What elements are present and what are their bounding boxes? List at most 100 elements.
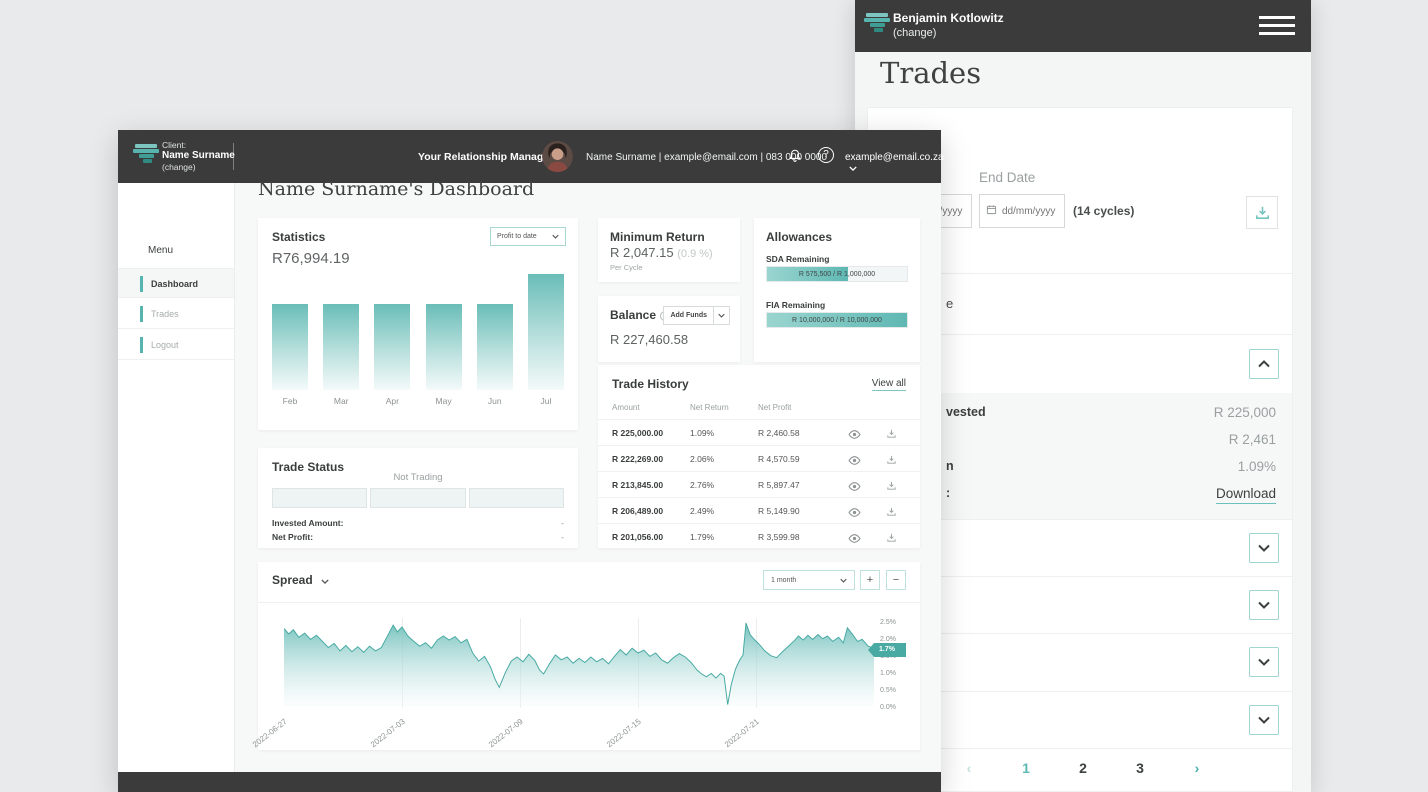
x-tick: 2022-07-15 — [594, 717, 643, 758]
bar-apr — [374, 304, 410, 390]
trade-status-card: Trade Status Not Trading Invested Amount… — [258, 448, 578, 548]
view-trade-eye-icon[interactable] — [848, 426, 861, 444]
sidebar-item-label: Dashboard — [151, 279, 198, 289]
net-return-cell: 2.49% — [690, 506, 714, 516]
hamburger-menu-icon[interactable] — [1259, 16, 1295, 36]
sda-remaining-label: SDA Remaining — [766, 254, 829, 264]
sidebar-item-logout[interactable]: Logout — [118, 330, 234, 360]
download-statement-link[interactable]: Download — [1216, 486, 1276, 504]
collapse-chevron-up-button[interactable] — [1249, 349, 1279, 379]
x-tick: 2022-07-21 — [712, 717, 761, 758]
statistics-card: Statistics Profit to date R76,994.19 Feb… — [258, 218, 578, 430]
change-client-link[interactable]: (change) — [162, 162, 196, 172]
expand-chevron-down-button[interactable] — [1249, 705, 1279, 735]
view-trade-eye-icon[interactable] — [848, 478, 861, 496]
sidebar-item-dashboard[interactable]: Dashboard — [118, 268, 234, 298]
allowances-card: Allowances SDA Remaining R 575,500 / R 1… — [754, 218, 920, 362]
amount-cell: R 225,000.00 — [612, 428, 663, 438]
month-label: Mar — [323, 396, 359, 406]
pagination-page-2[interactable]: 2 — [1071, 760, 1095, 776]
expand-chevron-down-button[interactable] — [1249, 590, 1279, 620]
month-label: Jul — [528, 396, 564, 406]
end-date-label: End Date — [979, 170, 1035, 185]
amount-cell: R 206,489.00 — [612, 506, 663, 516]
sidebar-item-trades[interactable]: Trades — [118, 299, 234, 329]
invested-amount-line: Invested Amount: - — [272, 518, 564, 528]
sda-progress-bar: R 575,500 / R 1,000,000 — [766, 266, 908, 282]
account-menu[interactable]: example@email.co.za — [845, 152, 944, 174]
brand-logo — [133, 144, 159, 163]
pagination-prev[interactable]: ‹ — [957, 760, 981, 776]
dashboard-footer-bar — [118, 772, 941, 792]
range-value: 1 month — [771, 577, 796, 584]
pagination-page-3[interactable]: 3 — [1128, 760, 1152, 776]
dashboard-header-bar: Client: Name Surname (change) Your Relat… — [118, 130, 941, 183]
balance-title: Balancei — [610, 308, 670, 322]
notifications-bell-icon[interactable] — [788, 148, 802, 168]
bar-chart-labels: Feb Mar Apr May Jun Jul — [272, 396, 564, 406]
page-title: Trades — [880, 56, 981, 90]
statistics-title: Statistics — [272, 230, 325, 244]
pagination-page-1[interactable]: 1 — [1014, 760, 1038, 776]
download-trade-icon[interactable] — [886, 452, 897, 470]
cycles-count: (14 cycles) — [1073, 204, 1134, 218]
statistics-filter-select[interactable]: Profit to date — [490, 227, 566, 246]
month-label: Apr — [374, 396, 410, 406]
view-all-link[interactable]: View all — [872, 378, 906, 391]
col-amount: Amount — [612, 403, 640, 412]
amount-cell: R 222,269.00 — [612, 454, 663, 464]
y-tick: 0.5% — [880, 687, 896, 694]
trade-history-title: Trade History — [612, 377, 689, 391]
expand-chevron-down-button[interactable] — [1249, 647, 1279, 677]
bar-jul — [528, 274, 564, 390]
change-client-link[interactable]: (change) — [893, 27, 936, 39]
add-funds-button[interactable]: Add Funds — [663, 306, 730, 325]
account-email: example@email.co.za — [845, 152, 944, 163]
expand-chevron-down-button[interactable] — [1249, 533, 1279, 563]
view-trade-eye-icon[interactable] — [848, 452, 861, 470]
y-tick: 2.5% — [880, 619, 896, 626]
x-tick: 2022-07-09 — [476, 717, 525, 758]
spread-area-chart — [284, 618, 874, 708]
view-trade-eye-icon[interactable] — [848, 504, 861, 522]
client-name: Benjamin Kotlowitz — [893, 11, 1004, 25]
download-trade-icon[interactable] — [886, 478, 897, 496]
view-trade-eye-icon[interactable] — [848, 530, 861, 548]
zoom-in-button[interactable]: + — [860, 570, 880, 590]
trade-row-label-fragment: e — [946, 296, 953, 311]
detail-label-fragment: : — [946, 486, 950, 500]
brand-logo — [864, 13, 890, 32]
net-profit-label: Net Profit: — [272, 532, 313, 542]
net-profit-value: - — [561, 532, 564, 542]
download-trade-icon[interactable] — [886, 426, 897, 444]
relationship-manager-avatar — [542, 141, 573, 172]
spread-card: Spread 1 month + − — [258, 562, 920, 750]
add-funds-dropdown[interactable] — [713, 307, 729, 324]
profit-bar-chart — [272, 274, 564, 390]
month-label: Jun — [477, 396, 513, 406]
y-tick: 2.0% — [880, 636, 896, 643]
invested-amount-label: Invested Amount: — [272, 518, 343, 528]
end-date-field[interactable] — [979, 194, 1065, 228]
detail-label-fragment: vested — [946, 405, 986, 419]
segment — [370, 488, 465, 508]
download-trade-icon[interactable] — [886, 504, 897, 522]
end-date-input[interactable] — [1002, 206, 1062, 217]
zoom-out-button[interactable]: − — [886, 570, 906, 590]
net-return-cell: 1.79% — [690, 532, 714, 542]
spread-title-dropdown[interactable]: Spread — [272, 573, 329, 587]
active-indicator — [140, 276, 143, 292]
pagination-next[interactable]: › — [1185, 760, 1209, 776]
sidebar: Menu Dashboard Trades Logout — [118, 183, 235, 772]
bar-may — [426, 304, 462, 390]
fia-remaining-label: FIA Remaining — [766, 300, 825, 310]
download-trade-icon[interactable] — [886, 530, 897, 548]
filter-value: Profit to date — [497, 233, 537, 240]
sidebar-item-label: Logout — [151, 340, 179, 350]
col-net-profit: Net Profit — [758, 403, 791, 412]
table-row: R 225,000.00 1.09% R 2,460.58 — [598, 419, 920, 445]
download-trades-button[interactable] — [1246, 196, 1278, 229]
range-select[interactable]: 1 month — [763, 570, 855, 590]
help-icon[interactable]: ? — [818, 147, 834, 163]
segment — [272, 488, 367, 508]
